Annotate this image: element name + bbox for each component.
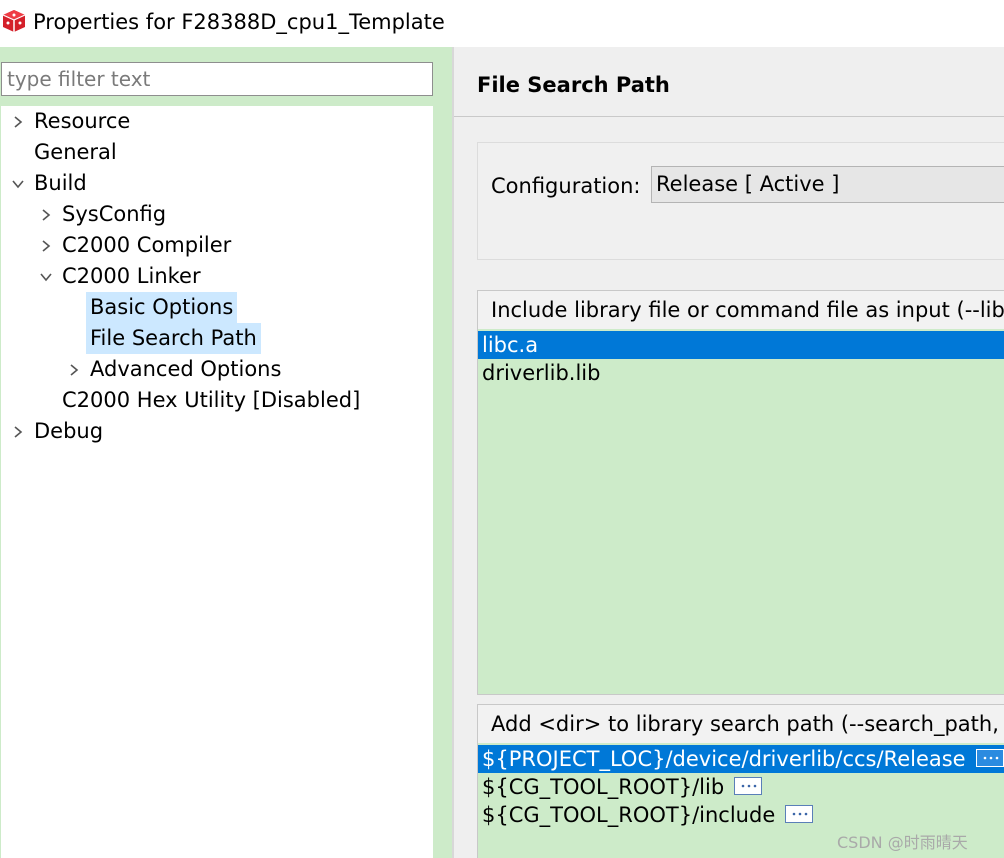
list-item-text: libc.a bbox=[482, 333, 539, 357]
list-item[interactable]: ${CG_TOOL_ROOT}/lib bbox=[478, 773, 1004, 801]
chevron-down-icon[interactable] bbox=[11, 177, 25, 191]
left-navigation-panel: Resource General Build SysConfig C2000 C… bbox=[0, 47, 452, 858]
list-item-text: driverlib.lib bbox=[482, 361, 601, 385]
tree-item-c2000-linker[interactable]: C2000 Linker bbox=[1, 261, 205, 292]
tree-item-general[interactable]: General bbox=[1, 137, 121, 168]
window-titlebar: Properties for F28388D_cpu1_Template bbox=[0, 0, 1004, 46]
tree-item-label: Resource bbox=[34, 109, 131, 133]
library-input-header: Include library file or command file as … bbox=[478, 291, 1004, 329]
tree-item-sysconfig[interactable]: SysConfig bbox=[1, 199, 170, 230]
tree-item-debug[interactable]: Debug bbox=[1, 416, 107, 447]
tree-item-label: General bbox=[34, 140, 117, 164]
page-title: File Search Path bbox=[477, 73, 670, 97]
ellipsis-button-icon[interactable] bbox=[734, 777, 763, 795]
chevron-right-icon[interactable] bbox=[39, 239, 53, 253]
tree-item-resource[interactable]: Resource bbox=[1, 106, 134, 137]
configuration-select[interactable]: Release [ Active ] bbox=[651, 166, 1004, 203]
watermark: CSDN @时雨晴天 bbox=[837, 833, 968, 852]
library-input-list: Include library file or command file as … bbox=[477, 290, 1004, 695]
chevron-right-icon[interactable] bbox=[11, 115, 25, 129]
tree-item-c2000-hex-utility[interactable]: C2000 Hex Utility [Disabled] bbox=[1, 385, 364, 416]
tree-item-build[interactable]: Build bbox=[1, 168, 91, 199]
ellipsis-button-icon[interactable] bbox=[975, 749, 1004, 767]
filter-input[interactable] bbox=[1, 62, 433, 96]
ccs-red-cube-icon bbox=[2, 10, 26, 32]
tree-item-label: Build bbox=[34, 171, 87, 195]
list-item[interactable]: driverlib.lib bbox=[478, 359, 1004, 387]
tree-item-label: C2000 Compiler bbox=[62, 233, 232, 257]
tree-item-basic-options[interactable]: Basic Options bbox=[1, 292, 238, 323]
list-item[interactable]: ${PROJECT_LOC}/device/driverlib/ccs/Rele… bbox=[478, 745, 1004, 773]
tree-item-label: Debug bbox=[34, 419, 104, 443]
configuration-label: Configuration: bbox=[491, 174, 641, 198]
list-item-text: ${PROJECT_LOC}/device/driverlib/ccs/Rele… bbox=[482, 747, 966, 771]
tree-item-advanced-options[interactable]: Advanced Options bbox=[1, 354, 285, 385]
search-path-header: Add <dir> to library search path (--sear… bbox=[478, 705, 1004, 743]
tree-item-label: SysConfig bbox=[62, 202, 167, 226]
chevron-right-icon[interactable] bbox=[39, 208, 53, 222]
tree-item-label: C2000 Hex Utility [Disabled] bbox=[62, 388, 361, 412]
tree-item-label: C2000 Linker bbox=[62, 264, 201, 288]
list-item[interactable]: ${CG_TOOL_ROOT}/include bbox=[478, 801, 1004, 829]
property-tree: Resource General Build SysConfig C2000 C… bbox=[1, 106, 433, 858]
tree-item-label: Advanced Options bbox=[90, 357, 282, 381]
property-page: File Search Path Configuration: Release … bbox=[454, 47, 1004, 858]
tree-item-c2000-compiler[interactable]: C2000 Compiler bbox=[1, 230, 235, 261]
list-item-text: ${CG_TOOL_ROOT}/lib bbox=[482, 775, 725, 799]
tree-item-label: File Search Path bbox=[86, 323, 261, 354]
chevron-down-icon[interactable] bbox=[39, 270, 53, 284]
title-divider bbox=[454, 116, 1004, 117]
list-item[interactable]: libc.a bbox=[478, 331, 1004, 359]
ellipsis-button-icon[interactable] bbox=[785, 805, 814, 823]
tree-item-file-search-path[interactable]: File Search Path bbox=[1, 323, 261, 354]
list-item-text: ${CG_TOOL_ROOT}/include bbox=[482, 803, 776, 827]
window-title: Properties for F28388D_cpu1_Template bbox=[33, 10, 445, 34]
configuration-group: Configuration: Release [ Active ] bbox=[477, 142, 1004, 260]
tree-item-label: Basic Options bbox=[86, 292, 238, 323]
chevron-right-icon[interactable] bbox=[67, 363, 81, 377]
chevron-right-icon[interactable] bbox=[11, 425, 25, 439]
